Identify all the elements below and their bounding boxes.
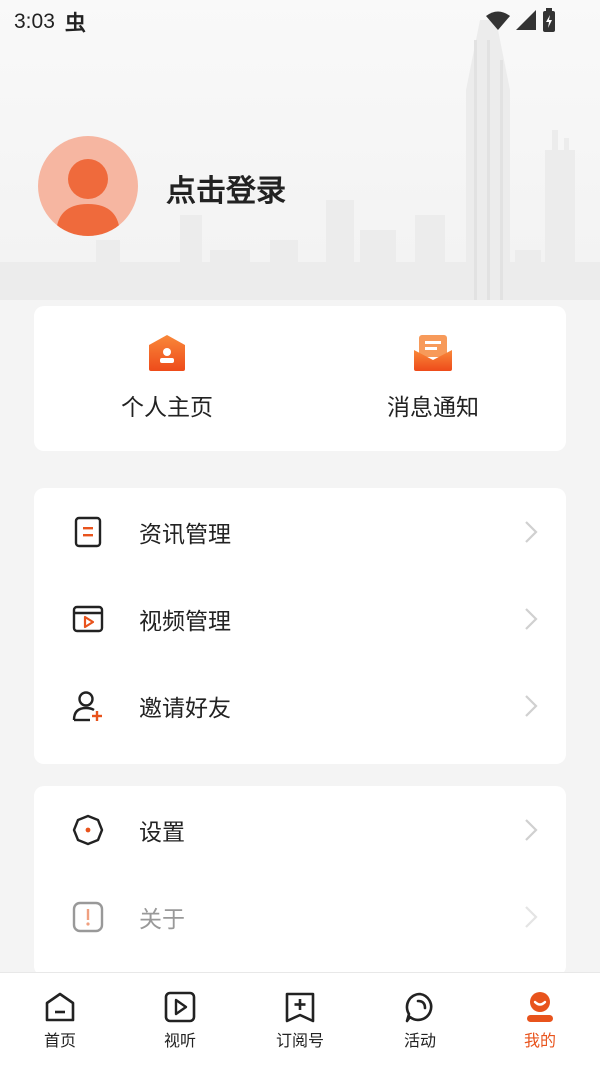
chevron-right-icon [525, 905, 538, 928]
video-icon [72, 605, 104, 632]
tab-audio-video[interactable]: 视听 [120, 973, 240, 1066]
tab-activities[interactable]: 活动 [360, 973, 480, 1066]
debug-bug-icon: 虫 [64, 11, 86, 35]
default-user-icon [56, 159, 120, 236]
wifi-icon [486, 11, 510, 30]
home-icon [45, 992, 75, 1022]
menu-item-label: 资讯管理 [139, 521, 231, 548]
me-icon [527, 992, 553, 1022]
about-icon [72, 901, 104, 932]
chevron-right-icon [525, 694, 538, 717]
tab-subscriptions[interactable]: 订阅号 [240, 973, 360, 1066]
message-notification-label: 消息通知 [387, 395, 479, 421]
signal-icon [516, 10, 536, 30]
avatar[interactable] [38, 136, 138, 236]
document-icon [74, 516, 102, 547]
tab-home[interactable]: 首页 [0, 973, 120, 1066]
menu-group-settings: 设置 关于 [34, 786, 566, 976]
menu-item-label: 设置 [139, 819, 185, 846]
menu-item-news-management[interactable]: 资讯管理 [34, 488, 566, 575]
play-icon [164, 991, 196, 1023]
quick-actions-card: 个人主页 消息通知 [34, 306, 566, 451]
message-envelope-icon [414, 335, 452, 371]
menu-group-management: 资讯管理 视频管理 邀请好友 [34, 488, 566, 764]
status-indicators [486, 8, 556, 32]
chevron-right-icon [525, 520, 538, 543]
message-notification-button[interactable]: 消息通知 [300, 306, 566, 451]
status-time: 3:03 [14, 10, 55, 33]
menu-item-invite-friends[interactable]: 邀请好友 [34, 662, 566, 749]
chevron-right-icon [525, 607, 538, 630]
tab-label: 订阅号 [275, 1031, 324, 1050]
home-profile-icon [149, 335, 185, 371]
tab-label: 我的 [523, 1031, 556, 1050]
menu-item-about[interactable]: 关于 [34, 873, 566, 960]
personal-homepage-button[interactable]: 个人主页 [34, 306, 300, 451]
menu-item-video-management[interactable]: 视频管理 [34, 575, 566, 662]
menu-item-label: 关于 [139, 906, 185, 933]
menu-item-settings[interactable]: 设置 [34, 786, 566, 873]
subscribe-icon [285, 992, 315, 1023]
personal-homepage-label: 个人主页 [121, 395, 213, 421]
tab-label: 首页 [43, 1031, 76, 1050]
menu-item-label: 视频管理 [139, 608, 231, 635]
settings-icon [72, 814, 104, 845]
chat-icon [405, 992, 433, 1023]
login-button[interactable]: 点击登录 [166, 166, 286, 210]
invite-user-icon [72, 690, 102, 721]
menu-item-label: 邀请好友 [139, 695, 231, 722]
tab-mine[interactable]: 我的 [480, 973, 600, 1066]
battery-icon [543, 8, 555, 32]
tab-label: 活动 [403, 1031, 436, 1050]
tab-label: 视听 [163, 1031, 196, 1050]
bottom-tab-bar: 首页 视听 订阅号 活动 我的 [0, 972, 600, 1066]
chevron-right-icon [525, 818, 538, 841]
